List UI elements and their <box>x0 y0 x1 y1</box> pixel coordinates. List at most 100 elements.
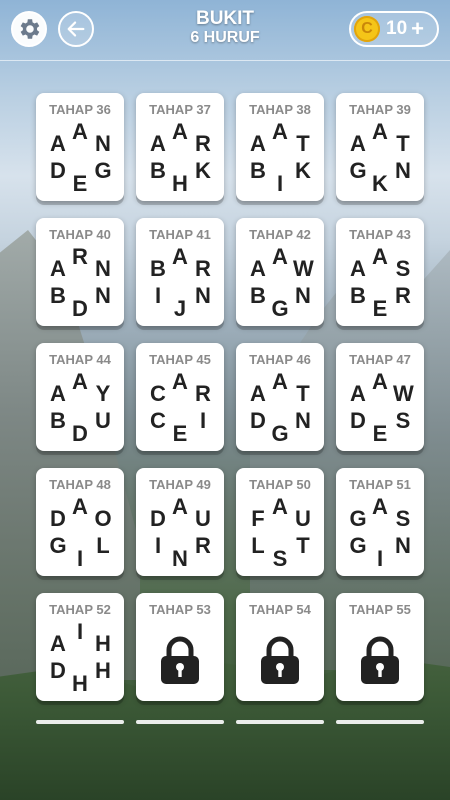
level-letter: R <box>195 381 211 406</box>
category-subtitle: 6 HURUF <box>190 29 260 46</box>
coin-count: 10 <box>386 18 408 39</box>
level-card[interactable]: TAHAP 43 A A S B R E <box>336 218 424 326</box>
level-card[interactable]: TAHAP 42 A A W B N G <box>236 218 324 326</box>
level-letter: A <box>250 256 266 281</box>
level-letter: H <box>95 631 111 656</box>
level-card[interactable]: TAHAP 50 A F U L T S <box>236 468 324 576</box>
category-title: BUKIT <box>195 8 255 29</box>
next-row-card-edge <box>336 720 424 724</box>
settings-button[interactable] <box>11 11 47 47</box>
level-card[interactable]: TAHAP 51 A G S G N I <box>336 468 424 576</box>
level-letter: A <box>50 381 66 406</box>
level-card[interactable]: TAHAP 39 A A T G N K <box>336 93 424 201</box>
level-letter: N <box>172 546 188 571</box>
level-letter: D <box>150 506 166 531</box>
level-card[interactable]: TAHAP 52 I A H D H H <box>36 593 124 701</box>
level-card[interactable]: TAHAP 41 A B R I N J <box>136 218 224 326</box>
level-letter: A <box>372 244 388 269</box>
level-letter: R <box>395 283 411 308</box>
level-letter: B <box>50 283 66 308</box>
level-label: TAHAP 43 <box>349 227 411 242</box>
level-card[interactable]: TAHAP 45 A C R C I E <box>136 343 224 451</box>
level-letter: S <box>272 546 288 571</box>
header-divider <box>0 60 450 61</box>
level-label: TAHAP 52 <box>49 602 111 617</box>
level-label: TAHAP 53 <box>149 602 211 617</box>
level-letter: I <box>154 533 162 558</box>
level-letter: A <box>350 131 366 156</box>
level-letter: N <box>295 408 311 433</box>
level-letter: A <box>250 381 266 406</box>
level-label: TAHAP 39 <box>349 102 411 117</box>
level-label: TAHAP 42 <box>249 227 311 242</box>
level-letter: F <box>251 506 265 531</box>
level-card[interactable]: TAHAP 49 A D U I R N <box>136 468 224 576</box>
level-letter: T <box>296 533 310 558</box>
level-letter: W <box>293 256 314 281</box>
level-label: TAHAP 36 <box>49 102 111 117</box>
level-letter: H <box>172 171 188 196</box>
level-letter: A <box>250 131 266 156</box>
level-letter: L <box>251 533 265 558</box>
level-label: TAHAP 40 <box>49 227 111 242</box>
level-letter: I <box>76 619 84 644</box>
level-letter: G <box>49 533 67 558</box>
level-letter: W <box>393 381 414 406</box>
level-letter: A <box>350 381 366 406</box>
level-letter: N <box>95 283 111 308</box>
level-letter: T <box>296 131 310 156</box>
gear-icon <box>20 19 40 39</box>
level-letter: A <box>172 369 188 394</box>
level-letter: D <box>350 408 366 433</box>
level-letter: A <box>372 494 388 519</box>
level-letter: A <box>272 119 288 144</box>
level-letter: B <box>250 283 266 308</box>
level-letter: E <box>172 421 188 446</box>
level-label: TAHAP 46 <box>249 352 311 367</box>
coin-balance-button[interactable]: C 10 + <box>349 11 439 47</box>
level-letter: I <box>154 283 162 308</box>
level-letter: I <box>276 171 284 196</box>
level-letter: A <box>172 494 188 519</box>
level-letter: C <box>150 408 166 433</box>
level-card[interactable]: TAHAP 47 A A W D S E <box>336 343 424 451</box>
lock-icon <box>261 636 299 684</box>
level-letter: G <box>94 158 112 183</box>
level-letter: D <box>50 658 66 683</box>
level-card[interactable]: TAHAP 40 R A N B N D <box>36 218 124 326</box>
level-label: TAHAP 38 <box>249 102 311 117</box>
level-letter: H <box>72 671 88 696</box>
level-letter: K <box>195 158 211 183</box>
level-letter: R <box>72 244 88 269</box>
level-card[interactable]: TAHAP 44 A A Y B U D <box>36 343 124 451</box>
level-letter: H <box>95 658 111 683</box>
level-letter: G <box>271 296 289 321</box>
level-card[interactable]: TAHAP 48 A D O G L I <box>36 468 124 576</box>
level-card[interactable]: TAHAP 46 A A T D N G <box>236 343 324 451</box>
level-card[interactable]: TAHAP 37 A A R B K H <box>136 93 224 201</box>
level-label: TAHAP 49 <box>149 477 211 492</box>
level-letter: A <box>272 244 288 269</box>
level-label: TAHAP 54 <box>249 602 311 617</box>
level-label: TAHAP 48 <box>49 477 111 492</box>
level-letter: N <box>95 131 111 156</box>
next-row-card-edge <box>136 720 224 724</box>
locked-level-card[interactable]: TAHAP 54 <box>236 593 324 701</box>
level-letter: E <box>72 171 88 196</box>
level-letter: A <box>372 369 388 394</box>
locked-level-card[interactable]: TAHAP 53 <box>136 593 224 701</box>
level-letter: T <box>296 381 310 406</box>
back-button[interactable] <box>58 11 94 47</box>
level-letter: U <box>95 408 111 433</box>
add-coins-icon[interactable]: + <box>411 16 424 42</box>
next-row-card-edge <box>236 720 324 724</box>
level-card[interactable]: TAHAP 36 A A N D G E <box>36 93 124 201</box>
level-letter: I <box>199 408 207 433</box>
level-letter: B <box>50 408 66 433</box>
level-letter: J <box>173 296 187 321</box>
level-label: TAHAP 47 <box>349 352 411 367</box>
level-label: TAHAP 51 <box>349 477 411 492</box>
back-arrow-icon <box>67 21 85 37</box>
locked-level-card[interactable]: TAHAP 55 <box>336 593 424 701</box>
level-card[interactable]: TAHAP 38 A A T B K I <box>236 93 324 201</box>
